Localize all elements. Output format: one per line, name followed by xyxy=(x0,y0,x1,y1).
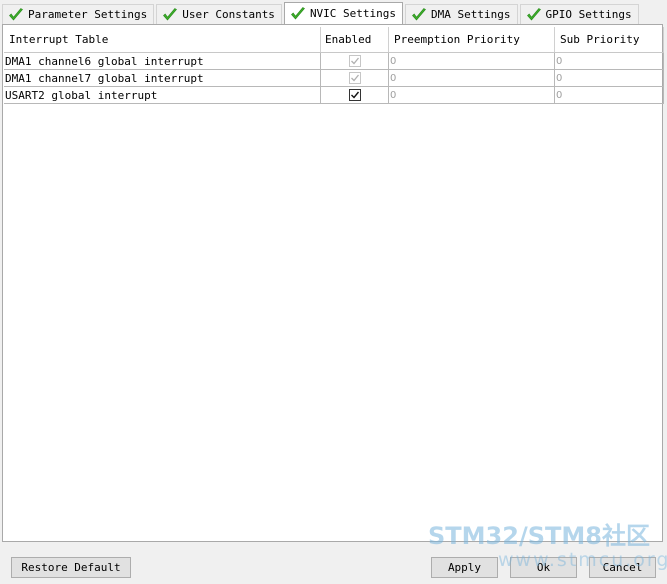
check-icon xyxy=(162,7,178,23)
tab-label: Parameter Settings xyxy=(28,8,148,21)
tab-label: DMA Settings xyxy=(431,8,511,21)
enabled-cell xyxy=(321,87,389,103)
table-row[interactable]: USART2 global interrupt 0 0 xyxy=(4,87,664,104)
enabled-cell xyxy=(321,70,389,86)
check-icon xyxy=(290,6,306,22)
check-icon xyxy=(8,7,24,23)
sub-priority-cell: 0 xyxy=(555,53,664,69)
enabled-checkbox[interactable] xyxy=(348,89,361,101)
sub-priority-value: 0 xyxy=(556,72,563,84)
interrupt-table: Interrupt Table Enabled Preemption Prior… xyxy=(4,27,664,104)
preemption-priority-value: 0 xyxy=(390,55,397,67)
table-row[interactable]: DMA1 channel6 global interrupt 0 0 xyxy=(4,53,664,70)
column-header-sub-priority[interactable]: Sub Priority xyxy=(555,27,664,52)
enabled-checkbox xyxy=(348,55,361,67)
cancel-button[interactable]: Cancel xyxy=(589,557,656,578)
tab-label: GPIO Settings xyxy=(545,8,632,21)
check-icon xyxy=(526,7,542,23)
table-row[interactable]: DMA1 channel7 global interrupt 0 0 xyxy=(4,70,664,87)
preemption-priority-value: 0 xyxy=(390,72,397,84)
check-icon xyxy=(411,7,427,23)
tab-label: User Constants xyxy=(182,8,275,21)
preemption-priority-cell[interactable]: 0 xyxy=(389,87,555,103)
tab-bar: Parameter Settings User Constants NVIC S… xyxy=(2,2,641,24)
tab-label: NVIC Settings xyxy=(309,7,397,20)
column-header-interrupt-table[interactable]: Interrupt Table xyxy=(4,27,321,52)
tab-dma-settings[interactable]: DMA Settings xyxy=(405,4,518,24)
preemption-priority-value: 0 xyxy=(390,89,397,101)
tab-parameter-settings[interactable]: Parameter Settings xyxy=(2,4,155,24)
enabled-checkbox xyxy=(348,72,361,84)
preemption-priority-cell: 0 xyxy=(389,53,555,69)
sub-priority-cell[interactable]: 0 xyxy=(555,87,664,103)
interrupt-name: DMA1 channel6 global interrupt xyxy=(4,53,321,69)
tab-nvic-settings[interactable]: NVIC Settings xyxy=(283,2,404,24)
apply-button[interactable]: Apply xyxy=(431,557,498,578)
nvic-settings-panel: Interrupt Table Enabled Preemption Prior… xyxy=(2,24,664,542)
ok-button[interactable]: Ok xyxy=(510,557,577,578)
interrupt-name: DMA1 channel7 global interrupt xyxy=(4,70,321,86)
tab-gpio-settings[interactable]: GPIO Settings xyxy=(519,4,639,24)
column-header-enabled[interactable]: Enabled xyxy=(321,27,389,52)
preemption-priority-cell: 0 xyxy=(389,70,555,86)
interrupt-name: USART2 global interrupt xyxy=(4,87,321,103)
enabled-cell xyxy=(321,53,389,69)
sub-priority-value: 0 xyxy=(556,89,563,101)
restore-default-button[interactable]: Restore Default xyxy=(11,557,131,578)
sub-priority-cell: 0 xyxy=(555,70,664,86)
sub-priority-value: 0 xyxy=(556,55,563,67)
column-header-preemption-priority[interactable]: Preemption Priority xyxy=(389,27,555,52)
tab-user-constants[interactable]: User Constants xyxy=(156,4,282,24)
table-header: Interrupt Table Enabled Preemption Prior… xyxy=(4,27,664,53)
